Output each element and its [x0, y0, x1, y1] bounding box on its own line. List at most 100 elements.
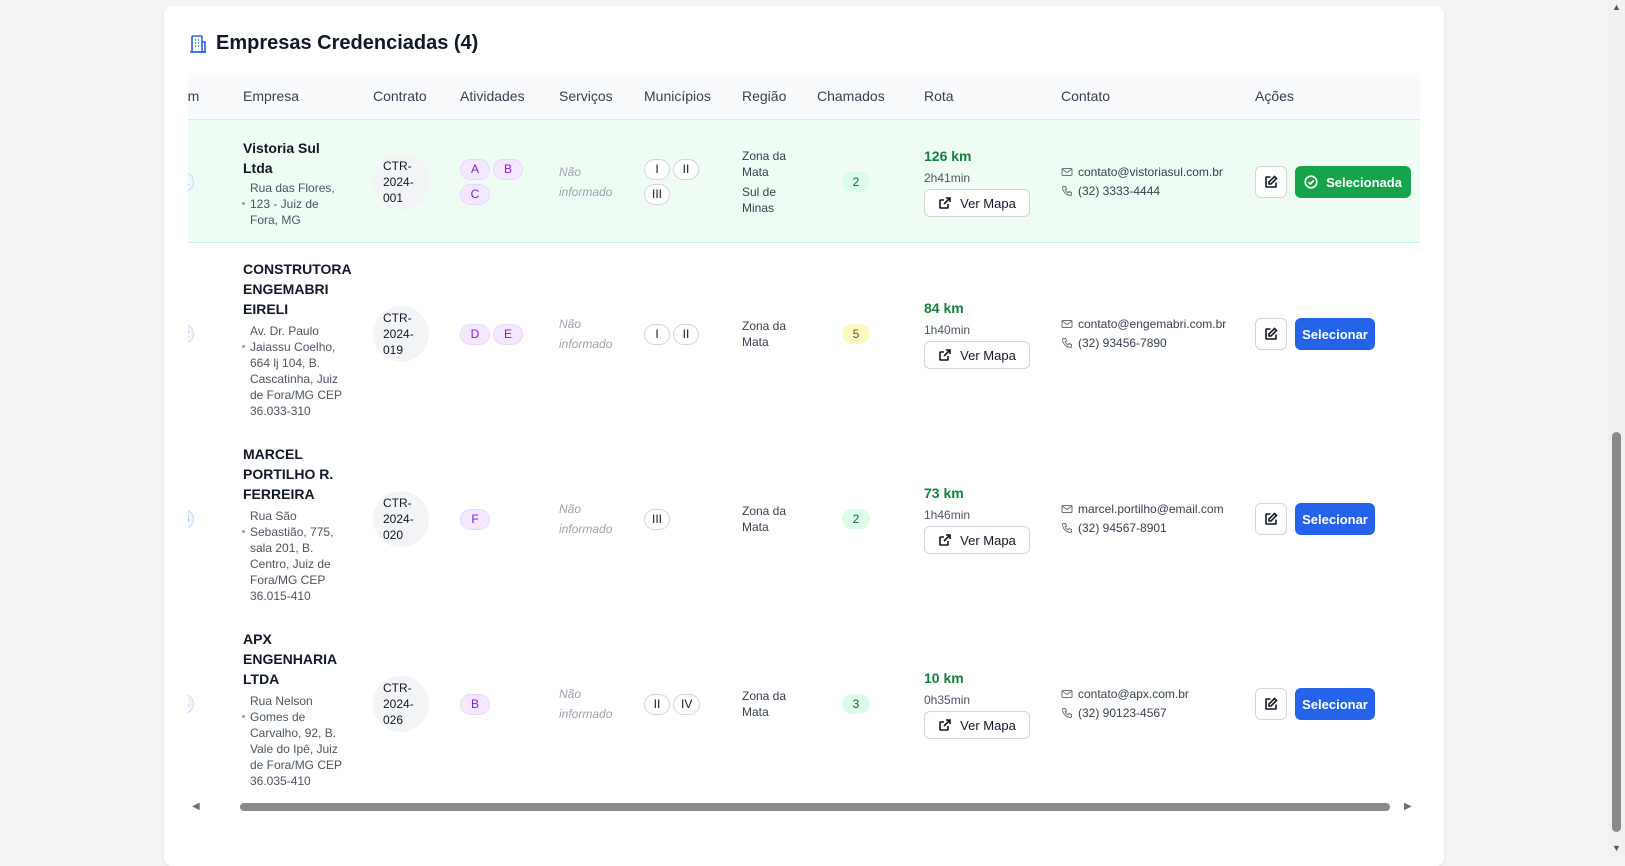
route-duration: 2h41min	[924, 171, 971, 185]
select-button[interactable]: Selecionar	[1295, 318, 1375, 350]
route-distance: 126 km	[924, 148, 972, 164]
company-name: APX ENGENHARIA LTDA	[243, 629, 348, 689]
contact-phone[interactable]: (32) 94567-8901	[1061, 521, 1167, 535]
address-bullet	[242, 530, 245, 533]
scrollbar-thumb[interactable]	[240, 803, 1390, 811]
route-distance: 10 km	[924, 670, 964, 686]
scroll-down-icon[interactable]: ▼	[1612, 843, 1621, 853]
phone-text: (32) 93456-7890	[1078, 336, 1167, 350]
contract-badge: CTR- 2024- 026	[373, 676, 429, 732]
company-name: CONSTRUTORA ENGEMABRI EIRELI	[243, 259, 352, 319]
contact-email[interactable]: contato@apx.com.br	[1061, 687, 1189, 701]
selected-label: Selecionada	[1326, 174, 1402, 190]
vertical-scrollbar[interactable]: ▲ ▼	[1608, 0, 1625, 856]
col-region: Região	[742, 88, 787, 104]
company-name-line: CONSTRUTORA	[243, 261, 352, 277]
address-line: Av. Dr. Paulo	[250, 324, 319, 338]
email-text: contato@vistoriasul.com.br	[1078, 165, 1223, 179]
item-number: 4	[188, 694, 194, 714]
view-map-button[interactable]: Ver Mapa	[924, 189, 1030, 217]
company-name-line: EIRELI	[243, 301, 289, 317]
company-name-line: ENGEMABRI	[243, 281, 329, 297]
contract-line: CTR-	[383, 681, 412, 695]
contract-line: CTR-	[383, 311, 412, 325]
region-line: Mata	[742, 335, 769, 349]
select-button[interactable]: Selecionar	[1295, 503, 1375, 535]
route-distance: 73 km	[924, 485, 964, 501]
address-line: 36.033-310	[250, 404, 311, 418]
view-map-label: Ver Mapa	[960, 717, 1016, 733]
contact-phone[interactable]: (32) 93456-7890	[1061, 336, 1167, 350]
col-item: Item	[188, 88, 200, 104]
region-line: Mata	[742, 705, 769, 719]
horizontal-scrollbar[interactable]: ◀ ▶	[188, 799, 1420, 815]
region-value: Zona da Mata Sul de Minas	[742, 148, 786, 216]
region-value: Zona da Mata	[742, 503, 786, 535]
table-row[interactable]: 2 CONSTRUTORA ENGEMABRI EIRELI Av. Dr. Paulo…	[188, 243, 1420, 428]
address-line: Rua Nelson	[250, 694, 313, 708]
company-name-line: LTDA	[243, 671, 280, 687]
contact-phone[interactable]: (32) 3333-4444	[1061, 184, 1160, 198]
address-bullet	[242, 715, 245, 718]
view-map-label: Ver Mapa	[960, 347, 1016, 363]
table-row[interactable]: 1 Vistoria Sul Ltda Rua das Flores, 123 - Ju…	[188, 120, 1420, 243]
address-line: Vale do Ipê, Juiz	[250, 742, 338, 756]
contact-email[interactable]: marcel.portilho@email.com	[1061, 502, 1224, 516]
vertical-scrollbar-thumb[interactable]	[1612, 432, 1621, 832]
region-line: Zona da	[742, 149, 787, 163]
calls-badge: 2	[842, 509, 870, 529]
contact-email[interactable]: contato@engemabri.com.br	[1061, 317, 1226, 331]
activity-chip: D	[460, 324, 490, 345]
region-value: Zona da Mata	[742, 688, 786, 720]
municipality-chip: IV	[673, 694, 701, 715]
region-value: Zona da Mata	[742, 318, 786, 350]
view-map-button[interactable]: Ver Mapa	[924, 711, 1030, 739]
contact-email[interactable]: contato@vistoriasul.com.br	[1061, 165, 1223, 179]
col-services: Serviços	[559, 88, 613, 104]
view-map-label: Ver Mapa	[960, 532, 1016, 548]
address-bullet	[242, 202, 245, 205]
table-row[interactable]: 4 APX ENGENHARIA LTDA Rua Nelson Gomes de Carv…	[188, 613, 1420, 798]
services-value: Não informado	[559, 684, 629, 724]
table-header: Item Empresa Contrato Atividades Serviço…	[188, 73, 1420, 120]
address-line: sala 201, B.	[250, 541, 314, 555]
edit-button[interactable]	[1255, 503, 1287, 535]
col-contact: Contato	[1061, 88, 1111, 104]
address-line: Jaiassu Coelho,	[250, 340, 336, 354]
select-button[interactable]: Selecionar	[1295, 688, 1375, 720]
contact-phone[interactable]: (32) 90123-4567	[1061, 706, 1167, 720]
companies-table[interactable]: Item Empresa Contrato Atividades Serviço…	[188, 73, 1420, 818]
address-line: de Fora/MG CEP	[250, 388, 343, 402]
company-address: Rua Nelson Gomes de Carvalho, 92, B. Vale d…	[250, 693, 342, 789]
municipality-chip: II	[673, 324, 699, 345]
route-duration: 1h40min	[924, 323, 971, 337]
edit-button[interactable]	[1255, 688, 1287, 720]
scroll-right-icon[interactable]: ▶	[1404, 801, 1412, 812]
services-line: Não	[559, 165, 582, 179]
services-line: informado	[559, 337, 613, 351]
selected-button[interactable]: Selecionada	[1295, 166, 1411, 198]
edit-button[interactable]	[1255, 318, 1287, 350]
email-text: marcel.portilho@email.com	[1078, 502, 1224, 516]
address-line: 664 lj 104, B.	[250, 356, 321, 370]
table-row[interactable]: 3 MARCEL PORTILHO R. FERREIRA Rua São Sebasti…	[188, 428, 1420, 613]
edit-button[interactable]	[1255, 166, 1287, 198]
address-line: Gomes de	[250, 710, 306, 724]
address-line: Carvalho, 92, B.	[250, 726, 337, 740]
mail-icon	[1061, 690, 1073, 698]
view-map-button[interactable]: Ver Mapa	[924, 341, 1030, 369]
contract-line: 019	[383, 343, 404, 357]
contract-badge: CTR- 2024- 019	[373, 306, 429, 362]
view-map-button[interactable]: Ver Mapa	[924, 526, 1030, 554]
contract-line: 2024-	[383, 175, 414, 189]
contract-line: 2024-	[383, 327, 414, 341]
address-line: 36.015-410	[250, 589, 311, 603]
col-actions: Ações	[1255, 88, 1294, 104]
address-line: Cascatinha, Juiz	[250, 372, 339, 386]
scroll-up-icon[interactable]: ▲	[1612, 2, 1621, 12]
scroll-left-icon[interactable]: ◀	[192, 801, 200, 812]
region-line: Mata	[742, 520, 769, 534]
company-name: Vistoria Sul Ltda	[243, 138, 348, 178]
company-name-line: ENGENHARIA	[243, 651, 338, 667]
municipality-chip: II	[673, 159, 699, 180]
